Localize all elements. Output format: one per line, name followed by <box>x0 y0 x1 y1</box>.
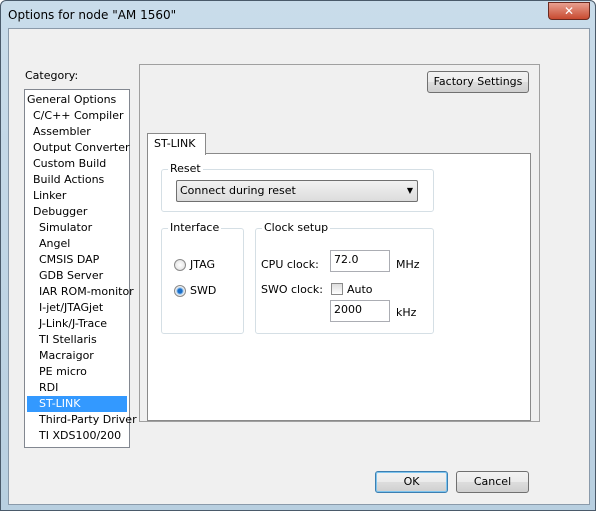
category-item[interactable]: RDI <box>39 380 58 396</box>
reset-select[interactable]: Connect during reset ▼ <box>176 180 418 202</box>
swd-radio[interactable] <box>174 285 186 297</box>
jtag-radio[interactable] <box>174 259 186 271</box>
swo-clock-unit: kHz <box>396 306 417 319</box>
category-item[interactable]: PE micro <box>39 364 87 380</box>
client-area: Category: General Options C/C++ Compiler A… <box>8 28 590 505</box>
interface-group: Interface JTAG SWD <box>161 221 244 334</box>
reset-group: Reset Connect during reset ▼ <box>161 162 434 212</box>
swd-label[interactable]: SWD <box>190 284 216 297</box>
category-item[interactable]: CMSIS DAP <box>39 252 99 268</box>
swo-clock-label: SWO clock: <box>261 283 323 296</box>
factory-settings-button[interactable]: Factory Settings <box>427 71 529 93</box>
category-item[interactable]: Macraigor <box>39 348 94 364</box>
clock-group-label: Clock setup <box>262 221 331 234</box>
dropdown-arrow-icon: ▼ <box>406 186 413 195</box>
tab-st-link[interactable]: ST-LINK <box>147 133 206 155</box>
category-item[interactable]: Simulator <box>39 220 92 236</box>
cpu-clock-input[interactable]: 72.0 <box>330 250 390 272</box>
auto-checkbox[interactable] <box>331 283 343 295</box>
reset-group-label: Reset <box>168 162 203 175</box>
category-item[interactable]: TI Stellaris <box>39 332 97 348</box>
category-label: Category: <box>25 69 79 82</box>
window-title: Options for node "AM 1560" <box>8 8 177 22</box>
category-item[interactable]: Debugger <box>33 204 87 220</box>
tab-page: Reset Connect during reset ▼ Interface J… <box>147 153 531 421</box>
cpu-clock-unit: MHz <box>396 258 420 271</box>
category-item[interactable]: ST-LINK <box>27 396 127 412</box>
category-item[interactable]: IAR ROM-monitor <box>39 284 134 300</box>
swo-clock-input[interactable]: 2000 <box>330 300 390 322</box>
ok-button[interactable]: OK <box>375 471 448 493</box>
cancel-button[interactable]: Cancel <box>456 471 529 493</box>
interface-group-label: Interface <box>168 221 222 234</box>
category-item[interactable]: Build Actions <box>33 172 104 188</box>
category-item[interactable]: Custom Build <box>33 156 106 172</box>
close-button[interactable]: ✕ <box>548 2 590 20</box>
jtag-label[interactable]: JTAG <box>190 258 215 271</box>
category-item[interactable]: TI XDS100/200 <box>39 428 121 444</box>
category-item[interactable]: C/C++ Compiler <box>33 108 124 124</box>
dialog-window: Options for node "AM 1560" ✕ Category: G… <box>0 0 596 511</box>
reset-select-value: Connect during reset <box>180 184 296 197</box>
clock-setup-group: Clock setup CPU clock: 72.0 MHz SWO cloc… <box>255 221 434 334</box>
category-item[interactable]: GDB Server <box>39 268 103 284</box>
category-item[interactable]: J-Link/J-Trace <box>39 316 107 332</box>
category-item[interactable]: I-jet/JTAGjet <box>39 300 103 316</box>
category-item[interactable]: Angel <box>39 236 70 252</box>
category-item[interactable]: General Options <box>27 92 116 108</box>
cpu-clock-label: CPU clock: <box>261 258 319 271</box>
category-list[interactable]: General Options C/C++ Compiler Assembler Ou… <box>24 89 137 448</box>
category-item[interactable]: Assembler <box>33 124 91 140</box>
category-item[interactable]: Third-Party Driver <box>39 412 137 428</box>
auto-label[interactable]: Auto <box>347 283 373 296</box>
category-item[interactable]: Linker <box>33 188 66 204</box>
category-item[interactable]: Output Converter <box>33 140 130 156</box>
